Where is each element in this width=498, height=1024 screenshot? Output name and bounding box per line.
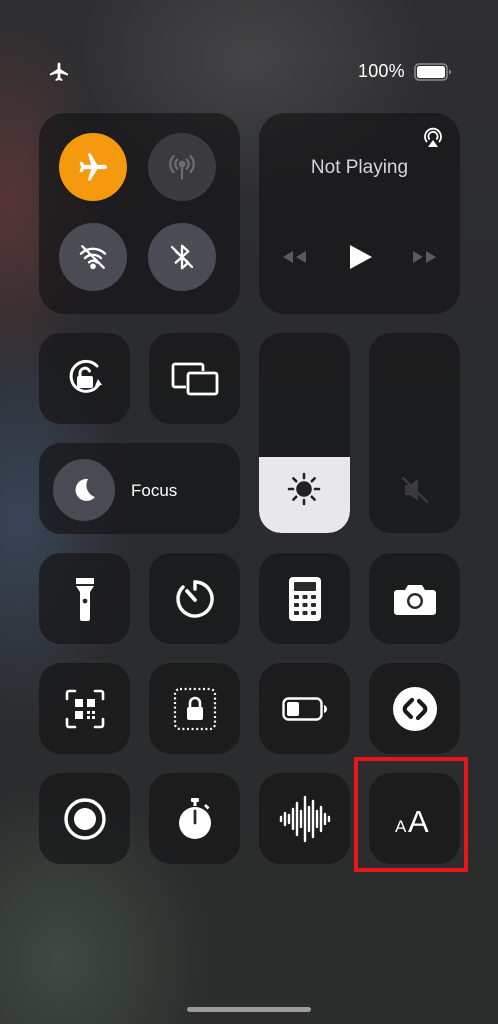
home-indicator[interactable] xyxy=(187,1007,311,1012)
fast-forward-icon[interactable] xyxy=(410,241,440,273)
play-icon[interactable] xyxy=(345,241,375,273)
shazam-button[interactable] xyxy=(369,663,460,754)
airplay-icon[interactable] xyxy=(420,125,446,151)
airplane-icon xyxy=(50,62,68,81)
connectivity-module xyxy=(39,113,240,314)
antenna-icon xyxy=(169,155,195,180)
guided-access-button[interactable] xyxy=(149,663,240,754)
low-power-mode-button[interactable] xyxy=(259,663,350,754)
battery-percentage: 100% xyxy=(358,61,405,81)
screen-mirroring-icon xyxy=(171,362,218,395)
waveform-icon xyxy=(279,795,330,842)
moon-icon xyxy=(75,478,95,501)
screen-recording-button[interactable] xyxy=(39,773,130,864)
qr-scanner-icon xyxy=(65,689,104,728)
bluetooth-off-icon xyxy=(170,244,194,270)
focus-moon-toggle[interactable] xyxy=(53,459,115,521)
record-icon xyxy=(63,797,106,840)
volume-slider[interactable] xyxy=(369,333,460,533)
now-playing-module[interactable]: Not Playing xyxy=(259,113,460,314)
cellular-data-toggle[interactable] xyxy=(148,133,216,201)
rewind-icon[interactable] xyxy=(279,241,309,273)
flashlight-icon xyxy=(75,577,94,621)
focus-label: Focus xyxy=(131,481,178,500)
brightness-slider[interactable] xyxy=(259,333,350,533)
sun-icon xyxy=(287,472,321,506)
code-scanner-button[interactable] xyxy=(39,663,130,754)
wifi-off-icon xyxy=(79,245,107,270)
camera-button[interactable] xyxy=(369,553,460,644)
wifi-toggle[interactable] xyxy=(59,223,127,291)
airplane-icon xyxy=(79,153,108,181)
speaker-muted-icon xyxy=(401,476,429,504)
calculator-button[interactable] xyxy=(259,553,350,644)
sound-recognition-button[interactable] xyxy=(259,773,350,864)
battery-icon xyxy=(281,696,327,721)
camera-icon xyxy=(393,584,436,615)
calculator-icon xyxy=(288,576,321,621)
shazam-icon xyxy=(392,686,437,731)
stopwatch-icon xyxy=(178,797,211,839)
guided-access-lock-icon xyxy=(173,687,216,730)
stopwatch-button[interactable] xyxy=(149,773,240,864)
battery-icon xyxy=(414,63,451,81)
status-bar: 100% xyxy=(0,0,498,100)
focus-button[interactable]: Focus xyxy=(39,443,240,534)
highlight-box xyxy=(354,757,468,872)
screen-mirroring-button[interactable] xyxy=(149,333,240,424)
flashlight-button[interactable] xyxy=(39,553,130,644)
bluetooth-toggle[interactable] xyxy=(148,223,216,291)
orientation-lock-button[interactable] xyxy=(39,333,130,424)
now-playing-title: Not Playing xyxy=(310,157,409,178)
timer-icon xyxy=(175,579,214,618)
airplane-mode-toggle[interactable] xyxy=(59,133,127,201)
rotation-lock-icon xyxy=(69,359,102,393)
timer-button[interactable] xyxy=(149,553,240,644)
